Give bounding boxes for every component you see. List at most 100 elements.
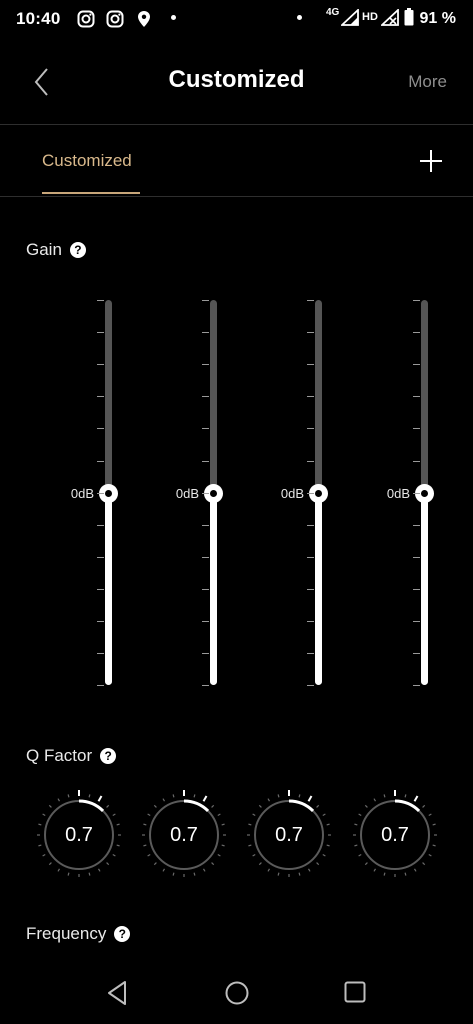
q-factor-knob[interactable]: 0.7 [244, 790, 334, 880]
nav-back-button[interactable] [106, 980, 128, 1006]
hd-indicator: HD [362, 11, 378, 23]
slider-tick [202, 492, 209, 494]
slider-tick [413, 396, 420, 398]
slider-tick [97, 556, 104, 558]
q-factor-knob[interactable]: 0.7 [34, 790, 124, 880]
battery-icon [404, 8, 414, 26]
instagram-icon [106, 10, 124, 28]
gain-slider[interactable]: 0dB [169, 296, 229, 690]
q-factor-label: Q Factor [26, 746, 93, 765]
help-icon[interactable]: ? [100, 748, 117, 764]
slider-tick [97, 653, 104, 655]
plus-icon [420, 150, 442, 172]
q-factor-knob[interactable]: 0.7 [139, 790, 229, 880]
tab-customized[interactable]: Customized [42, 151, 132, 171]
location-pin-icon [138, 11, 150, 27]
square-recents-icon [344, 981, 366, 1003]
gain-slider[interactable]: 0dB [274, 296, 334, 690]
gain-slider[interactable]: 0dB [380, 296, 440, 690]
circle-home-icon [225, 981, 249, 1005]
slider-tick [413, 460, 420, 462]
slider-tick [413, 588, 420, 590]
slider-tick [97, 332, 104, 334]
slider-fill [315, 492, 322, 685]
slider-tick [202, 332, 209, 334]
slider-tick [307, 300, 314, 301]
slider-tick [307, 556, 314, 558]
slider-tick [413, 300, 420, 301]
add-preset-button[interactable] [418, 148, 444, 174]
slider-tick [97, 588, 104, 590]
slider-tick [202, 653, 209, 655]
slider-tick [307, 653, 314, 655]
frequency-label: Frequency [26, 924, 107, 943]
slider-tick [202, 556, 209, 558]
slider-tick [413, 685, 420, 687]
q-factor-section-label: Q Factor ? [26, 746, 117, 766]
help-icon[interactable]: ? [69, 242, 86, 258]
signal-icon [341, 9, 359, 26]
slider-tick [307, 396, 314, 398]
slider-tick [202, 460, 209, 462]
slider-tick [202, 428, 209, 430]
slider-tick [413, 332, 420, 334]
slider-tick [307, 428, 314, 430]
triangle-back-icon [108, 981, 126, 1005]
page-title: Customized [168, 66, 305, 93]
slider-tick [202, 300, 209, 301]
slider-tick [202, 396, 209, 398]
signal-no-service-icon [381, 9, 399, 26]
gain-section-label: Gain ? [26, 240, 86, 260]
slider-tick [97, 364, 104, 366]
slider-tick [202, 588, 209, 590]
slider-tick [202, 621, 209, 622]
slider-tick [307, 588, 314, 590]
slider-tick [413, 428, 420, 430]
slider-level-label: 0dB [175, 486, 199, 501]
q-factor-knob[interactable]: 0.7 [350, 790, 440, 880]
gain-label: Gain [26, 240, 62, 259]
status-time: 10:40 [16, 9, 61, 28]
help-icon[interactable]: ? [114, 926, 131, 942]
slider-tick [307, 685, 314, 687]
slider-tick [413, 492, 420, 494]
slider-fill [421, 492, 428, 685]
slider-tick [97, 685, 104, 687]
slider-tick [307, 621, 314, 622]
slider-tick [307, 332, 314, 334]
battery-percentage: 91 % [419, 10, 456, 27]
slider-tick [413, 364, 420, 366]
slider-tick [97, 300, 104, 301]
slider-tick [97, 460, 104, 462]
knob-value: 0.7 [275, 824, 303, 846]
slider-tick [413, 524, 420, 526]
slider-tick [413, 621, 420, 622]
slider-tick [97, 524, 104, 526]
knob-value: 0.7 [381, 824, 409, 846]
more-button[interactable]: More [408, 72, 447, 92]
notification-dot [171, 15, 176, 20]
gain-slider[interactable]: 0dB [64, 296, 124, 690]
frequency-section-label: Frequency ? [26, 924, 131, 944]
slider-level-label: 0dB [280, 486, 304, 501]
slider-level-label: 0dB [386, 486, 410, 501]
slider-fill [105, 492, 112, 685]
tab-active-indicator [42, 192, 140, 194]
slider-fill [210, 492, 217, 685]
slider-tick [97, 621, 104, 622]
slider-tick [202, 524, 209, 526]
tab-divider [0, 196, 473, 197]
slider-tick [202, 685, 209, 687]
slider-level-label: 0dB [70, 486, 94, 501]
nav-home-button[interactable] [224, 980, 250, 1006]
slider-tick [97, 396, 104, 398]
nav-recents-button[interactable] [343, 980, 367, 1004]
slider-tick [307, 460, 314, 462]
slider-tick [307, 524, 314, 526]
header-divider [0, 124, 473, 125]
slider-tick [413, 556, 420, 558]
instagram-icon [77, 10, 95, 28]
slider-tick [307, 492, 314, 494]
slider-tick [97, 492, 104, 494]
notification-dot [297, 15, 302, 20]
